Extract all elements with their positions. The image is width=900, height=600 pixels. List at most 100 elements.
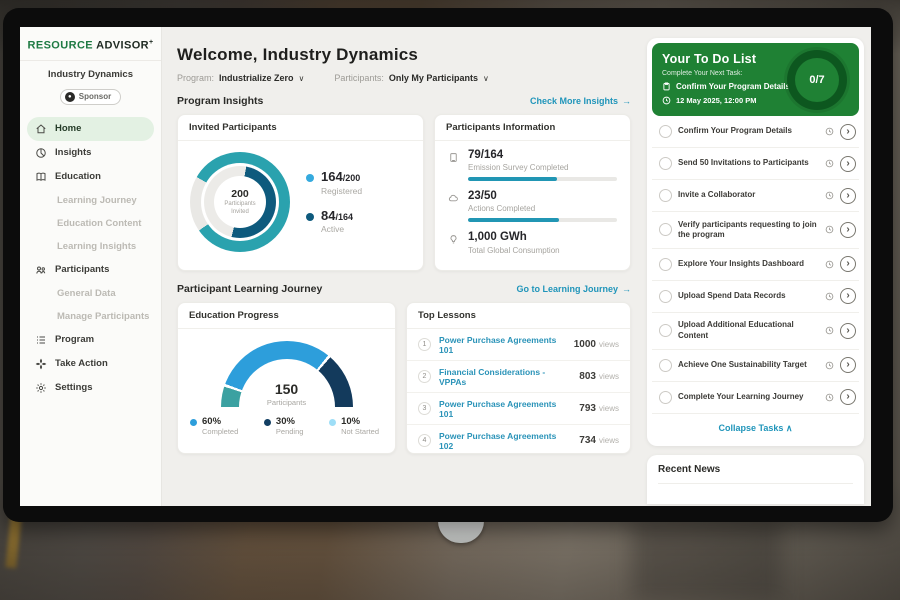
chevron-right-icon[interactable]: › [840, 288, 856, 304]
task-checkbox[interactable] [659, 359, 672, 372]
chevron-right-icon[interactable]: › [840, 222, 856, 238]
monitor-bezel: RESOURCE ADVISOR+ Industry Dynamics ● Sp… [3, 8, 893, 522]
sidebar-item-settings[interactable]: Settings [20, 376, 161, 400]
lesson-rank: 4 [418, 434, 431, 447]
program-label: Program: [177, 73, 214, 83]
sidebar-item-label: Insights [55, 147, 91, 158]
legend-item: 164/200 Registered [306, 170, 362, 195]
task-checkbox[interactable] [659, 189, 672, 202]
legend-dot [190, 419, 197, 426]
clock-icon [825, 361, 834, 370]
clock-icon [825, 127, 834, 136]
task-label: Achieve One Sustainability Target [678, 360, 819, 370]
sidebar-item-general-data[interactable]: General Data [20, 282, 161, 305]
task-row[interactable]: Achieve One Sustainability Target › [652, 350, 859, 382]
task-row[interactable]: Complete Your Learning Journey › [652, 382, 859, 414]
sidebar-item-home[interactable]: Home [27, 117, 154, 141]
stat-value: 79/164 [468, 149, 617, 162]
chevron-down-icon: ∨ [299, 74, 305, 83]
sidebar-item-program[interactable]: Program [20, 328, 161, 352]
participants-value: Only My Participants [389, 73, 478, 83]
settings-icon [35, 382, 47, 394]
task-row[interactable]: Upload Spend Data Records › [652, 281, 859, 313]
task-checkbox[interactable] [659, 324, 672, 337]
task-checkbox[interactable] [659, 125, 672, 138]
info-card-title: Participants Information [435, 115, 630, 141]
participant-stat: 23/50 Actions Completed [448, 190, 617, 222]
app-logo: RESOURCE ADVISOR+ [20, 37, 161, 61]
lesson-row[interactable]: 1 Power Purchase Agreements 101 1000view… [407, 329, 630, 361]
chevron-right-icon[interactable]: › [840, 156, 856, 172]
gauge-center-value: 150 [221, 382, 353, 396]
sidebar-item-label: Settings [55, 382, 92, 393]
check-more-insights-link[interactable]: Check More Insights→ [530, 96, 631, 106]
go-to-learning-journey-link[interactable]: Go to Learning Journey→ [516, 284, 631, 294]
todo-panel: Your To Do List Complete Your Next Task:… [647, 38, 864, 446]
task-checkbox[interactable] [659, 223, 672, 236]
collapse-tasks-link[interactable]: Collapse Tasks ∧ [652, 414, 859, 441]
clipboard-icon [662, 82, 671, 91]
chevron-right-icon[interactable]: › [840, 124, 856, 140]
lesson-row[interactable]: 3 Power Purchase Agreements 101 793views [407, 393, 630, 425]
sidebar-item-insights[interactable]: Insights [20, 141, 161, 165]
views-label: views [599, 372, 619, 381]
chevron-right-icon[interactable]: › [840, 188, 856, 204]
sidebar-item-label: Education Content [57, 218, 141, 229]
logo-plus: + [149, 39, 154, 46]
chevron-right-icon[interactable]: › [840, 323, 856, 339]
lesson-row[interactable]: 4 Power Purchase Agreements 102 734views [407, 425, 630, 454]
lesson-row[interactable]: 2 Financial Considerations - VPPAs 803vi… [407, 361, 630, 393]
task-checkbox[interactable] [659, 258, 672, 271]
task-checkbox[interactable] [659, 157, 672, 170]
background-object [5, 516, 21, 569]
task-checkbox[interactable] [659, 290, 672, 303]
donut-center-label: Participants Invited [220, 201, 260, 217]
lesson-title-link[interactable]: Power Purchase Agreements 102 [439, 431, 571, 451]
task-row[interactable]: Send 50 Invitations to Participants › [652, 148, 859, 180]
sidebar: RESOURCE ADVISOR+ Industry Dynamics ● Sp… [20, 27, 162, 506]
task-checkbox[interactable] [659, 391, 672, 404]
participant-stat: 79/164 Emission Survey Completed [448, 149, 617, 181]
task-label: Explore Your Insights Dashboard [678, 259, 819, 269]
task-row[interactable]: Upload Additional Educational Content › [652, 313, 859, 350]
clock-icon [825, 225, 834, 234]
sidebar-item-participants[interactable]: Participants [20, 258, 161, 282]
task-label: Complete Your Learning Journey [678, 392, 819, 402]
task-row[interactable]: Invite a Collaborator › [652, 180, 859, 212]
stat-label: Total Global Consumption [468, 246, 617, 255]
task-row[interactable]: Verify participants requesting to join t… [652, 212, 859, 249]
sponsor-badge: ● Sponsor [60, 89, 121, 105]
sidebar-item-manage-participants[interactable]: Manage Participants [20, 305, 161, 328]
clock-icon [825, 292, 834, 301]
legend-label: Not Started [341, 427, 379, 436]
sidebar-item-learning-journey[interactable]: Learning Journey [20, 189, 161, 212]
participants-select[interactable]: Participants:Only My Participants∨ [334, 73, 488, 83]
sidebar-item-label: Participants [55, 264, 109, 275]
recent-news-title: Recent News [658, 464, 853, 484]
sidebar-item-label: General Data [57, 288, 116, 299]
sponsor-icon: ● [65, 92, 75, 102]
task-row[interactable]: Confirm Your Program Details › [652, 116, 859, 148]
chevron-right-icon[interactable]: › [840, 389, 856, 405]
legend-label: Pending [276, 427, 304, 436]
stat-progress-bar [468, 177, 617, 181]
task-row[interactable]: Explore Your Insights Dashboard › [652, 249, 859, 281]
sidebar-item-education[interactable]: Education [20, 165, 161, 189]
donut-center-value: 200 [231, 188, 249, 200]
arrow-right-icon: → [622, 284, 631, 294]
lesson-rank: 3 [418, 402, 431, 415]
gauge-legend-item: 10% Not Started [329, 416, 379, 436]
clock-icon [825, 326, 834, 335]
lesson-title-link[interactable]: Power Purchase Agreements 101 [439, 335, 566, 355]
sidebar-item-education-content[interactable]: Education Content [20, 212, 161, 235]
sidebar-item-take-action[interactable]: Take Action [20, 352, 161, 376]
sidebar-item-label: Education [55, 171, 101, 182]
program-icon [35, 334, 47, 346]
sidebar-item-learning-insights[interactable]: Learning Insights [20, 235, 161, 258]
chevron-right-icon[interactable]: › [840, 256, 856, 272]
chevron-right-icon[interactable]: › [840, 357, 856, 373]
program-select[interactable]: Program:Industrialize Zero∨ [177, 73, 304, 83]
lesson-title-link[interactable]: Financial Considerations - VPPAs [439, 367, 571, 387]
lesson-title-link[interactable]: Power Purchase Agreements 101 [439, 399, 571, 419]
survey-icon [448, 152, 459, 163]
